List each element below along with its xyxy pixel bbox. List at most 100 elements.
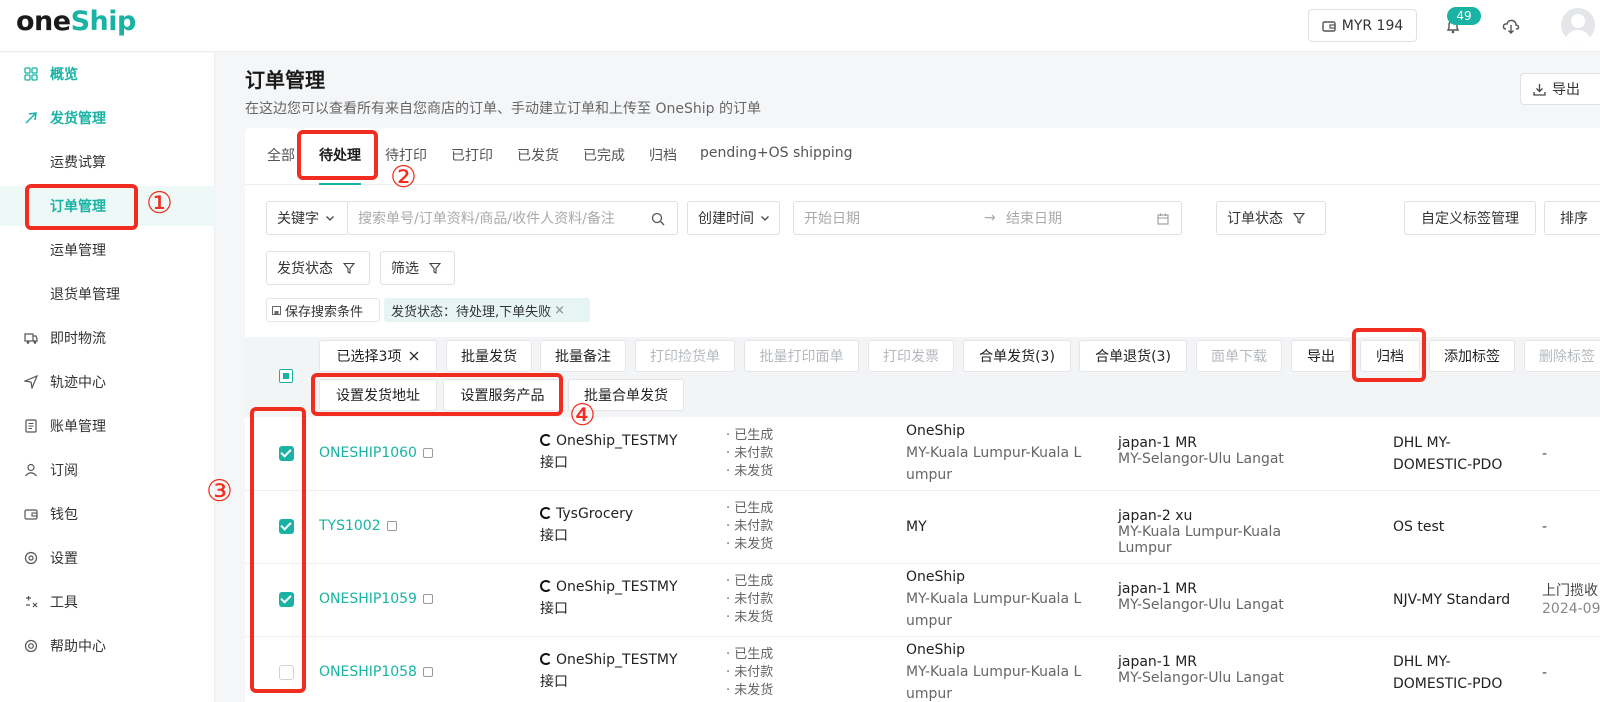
- app-logo[interactable]: oneShip: [16, 6, 136, 37]
- sidebar-item-waybill-management[interactable]: 运单管理: [0, 230, 215, 270]
- remove-tag-button[interactable]: 删除标签: [1524, 340, 1600, 372]
- date-range-picker[interactable]: 开始日期 → 结束日期: [793, 201, 1182, 235]
- top-bar: oneShip MYR 194 49: [0, 0, 1600, 52]
- sidebar-item-shipping-management[interactable]: 发货管理: [0, 98, 215, 138]
- search-icon[interactable]: [651, 212, 665, 226]
- merge-return-button[interactable]: 合单退货(3): [1079, 340, 1187, 372]
- bulk-ship-button[interactable]: 批量发货: [446, 340, 532, 372]
- service-cell: NJV-MY Standard: [1393, 592, 1511, 608]
- annotation-box-checkboxes: [250, 407, 306, 693]
- ship-status-filter[interactable]: 发货状态: [266, 251, 370, 285]
- print-picklist-button[interactable]: 打印捡货单: [635, 340, 735, 372]
- sidebar-item-instant-logistics[interactable]: 即时物流: [0, 318, 215, 358]
- bulk-export-button[interactable]: 导出: [1291, 340, 1351, 372]
- annotation-box-set-buttons: [311, 373, 563, 416]
- avatar[interactable]: [1561, 8, 1595, 42]
- wallet-icon: [1322, 20, 1336, 32]
- sidebar-item-wallet[interactable]: 钱包: [0, 494, 215, 534]
- pickup-cell: -: [1542, 665, 1548, 681]
- sidebar-item-billing[interactable]: 账单管理: [0, 406, 215, 446]
- start-date-field[interactable]: 开始日期: [794, 208, 870, 228]
- search-input[interactable]: 搜索单号/订单资料/商品/收件人资料/备注: [347, 201, 678, 235]
- bulk-print-label-button[interactable]: 批量打印面单: [744, 340, 859, 372]
- keyword-select[interactable]: 关键字: [266, 201, 348, 235]
- store-cell: OneShip_TESTMY 接口: [540, 579, 678, 617]
- active-filter-chip: 发货状态：待处理,下单失败 ×: [384, 298, 590, 322]
- export-button[interactable]: 导出: [1520, 73, 1600, 105]
- store-cell: TysGrocery 接口: [540, 506, 634, 544]
- bill-icon: [25, 419, 37, 433]
- tab-completed[interactable]: 已完成: [583, 145, 625, 165]
- truck-icon: [24, 333, 38, 344]
- sidebar-item-return-management[interactable]: 退货单管理: [0, 274, 215, 314]
- status-list: · 已生成 · 未付款 · 未发货: [726, 428, 774, 479]
- annotation-1: ①: [146, 186, 173, 221]
- notification-badge: 49: [1447, 7, 1481, 25]
- sidebar-item-freight-estimate[interactable]: 运费试算: [0, 142, 215, 182]
- sidebar-item-overview[interactable]: 概览: [0, 54, 215, 94]
- copy-icon[interactable]: [386, 521, 397, 531]
- copy-icon[interactable]: [422, 594, 433, 604]
- sidebar-item-settings[interactable]: 设置: [0, 538, 215, 578]
- tab-archived[interactable]: 归档: [649, 145, 677, 165]
- close-icon[interactable]: ×: [554, 303, 565, 318]
- filter-button[interactable]: 筛选: [380, 251, 455, 285]
- order-number-link[interactable]: ONESHIP1060: [319, 445, 433, 461]
- settings-icon: [24, 551, 38, 565]
- chevron-down-icon: [761, 216, 769, 221]
- time-type-select[interactable]: 创建时间: [687, 201, 780, 235]
- order-status-tabs: 全部 待处理 待打印 已打印 已发货 已完成 归档 pending+OS shi…: [245, 138, 1600, 185]
- service-cell: DHL MY- DOMESTIC-PDO: [1393, 654, 1503, 692]
- select-all-checkbox[interactable]: [279, 369, 293, 383]
- user-icon: [25, 463, 37, 477]
- custom-tag-management-button[interactable]: 自定义标签管理: [1404, 201, 1536, 235]
- order-number-link[interactable]: TYS1002: [319, 518, 397, 534]
- filter-icon: [1293, 212, 1305, 224]
- navigation-icon: [24, 375, 38, 389]
- sender-cell: OneShip MY-Kuala Lumpur-Kuala Lumpur: [906, 423, 1082, 483]
- send-icon: [25, 112, 37, 124]
- sender-cell: OneShip MY-Kuala Lumpur-Kuala Lumpur: [906, 569, 1082, 629]
- page-description: 在这边您可以查看所有来自您商店的订单、手动建立订单和上传至 OneShip 的订…: [245, 101, 761, 117]
- pickup-cell: -: [1542, 446, 1548, 462]
- copy-icon[interactable]: [422, 667, 433, 677]
- sort-button[interactable]: 排序: [1544, 201, 1600, 235]
- tab-all[interactable]: 全部: [267, 145, 295, 165]
- cloud-download-icon[interactable]: [1502, 17, 1520, 35]
- receiver-cell: japan-2 xu MY-Kuala Lumpur-Kuala Lumpur: [1118, 508, 1282, 556]
- sidebar-item-help-center[interactable]: 帮助中心: [0, 626, 215, 666]
- order-number-link[interactable]: ONESHIP1058: [319, 664, 433, 680]
- tools-icon: [26, 596, 38, 608]
- save-icon: [272, 305, 281, 315]
- store-cell: OneShip_TESTMY 接口: [540, 433, 678, 471]
- merge-ship-button[interactable]: 合单发货(3): [963, 340, 1071, 372]
- sidebar-item-subscription[interactable]: 订阅: [0, 450, 215, 490]
- selected-count-chip[interactable]: 已选择3项: [319, 340, 437, 372]
- add-tag-button[interactable]: 添加标签: [1429, 340, 1515, 372]
- sidebar-item-tools[interactable]: 工具: [0, 582, 215, 622]
- bulk-remark-button[interactable]: 批量备注: [540, 340, 626, 372]
- service-cell: OS test: [1393, 519, 1445, 535]
- save-search-button[interactable]: 保存搜索条件: [266, 298, 380, 322]
- annotation-box-pending-tab: [297, 130, 378, 180]
- close-icon[interactable]: [409, 351, 419, 361]
- pickup-cell: 上门揽收 2024-09: [1542, 583, 1600, 617]
- tab-pending-os-shipping[interactable]: pending+OS shipping: [700, 145, 852, 161]
- wallet-balance-button[interactable]: MYR 194: [1308, 9, 1417, 42]
- service-cell: DHL MY- DOMESTIC-PDO: [1393, 435, 1503, 473]
- print-invoice-button[interactable]: 打印发票: [868, 340, 954, 372]
- sidebar-item-tracking-center[interactable]: 轨迹中心: [0, 362, 215, 402]
- label-download-button[interactable]: 面单下载: [1196, 340, 1282, 372]
- annotation-box-archive: [1352, 328, 1426, 382]
- tab-shipped[interactable]: 已发货: [517, 145, 559, 165]
- order-status-filter[interactable]: 订单状态: [1216, 201, 1326, 235]
- order-number-link[interactable]: ONESHIP1059: [319, 591, 433, 607]
- store-icon: [540, 580, 552, 592]
- tab-printed[interactable]: 已打印: [451, 145, 493, 165]
- end-date-field[interactable]: 结束日期: [1006, 208, 1062, 228]
- sender-cell: OneShip MY-Kuala Lumpur-Kuala Lumpur: [906, 642, 1082, 702]
- help-icon: [24, 639, 38, 653]
- calendar-icon: [1157, 213, 1169, 225]
- store-icon: [540, 507, 552, 519]
- copy-icon[interactable]: [422, 448, 433, 458]
